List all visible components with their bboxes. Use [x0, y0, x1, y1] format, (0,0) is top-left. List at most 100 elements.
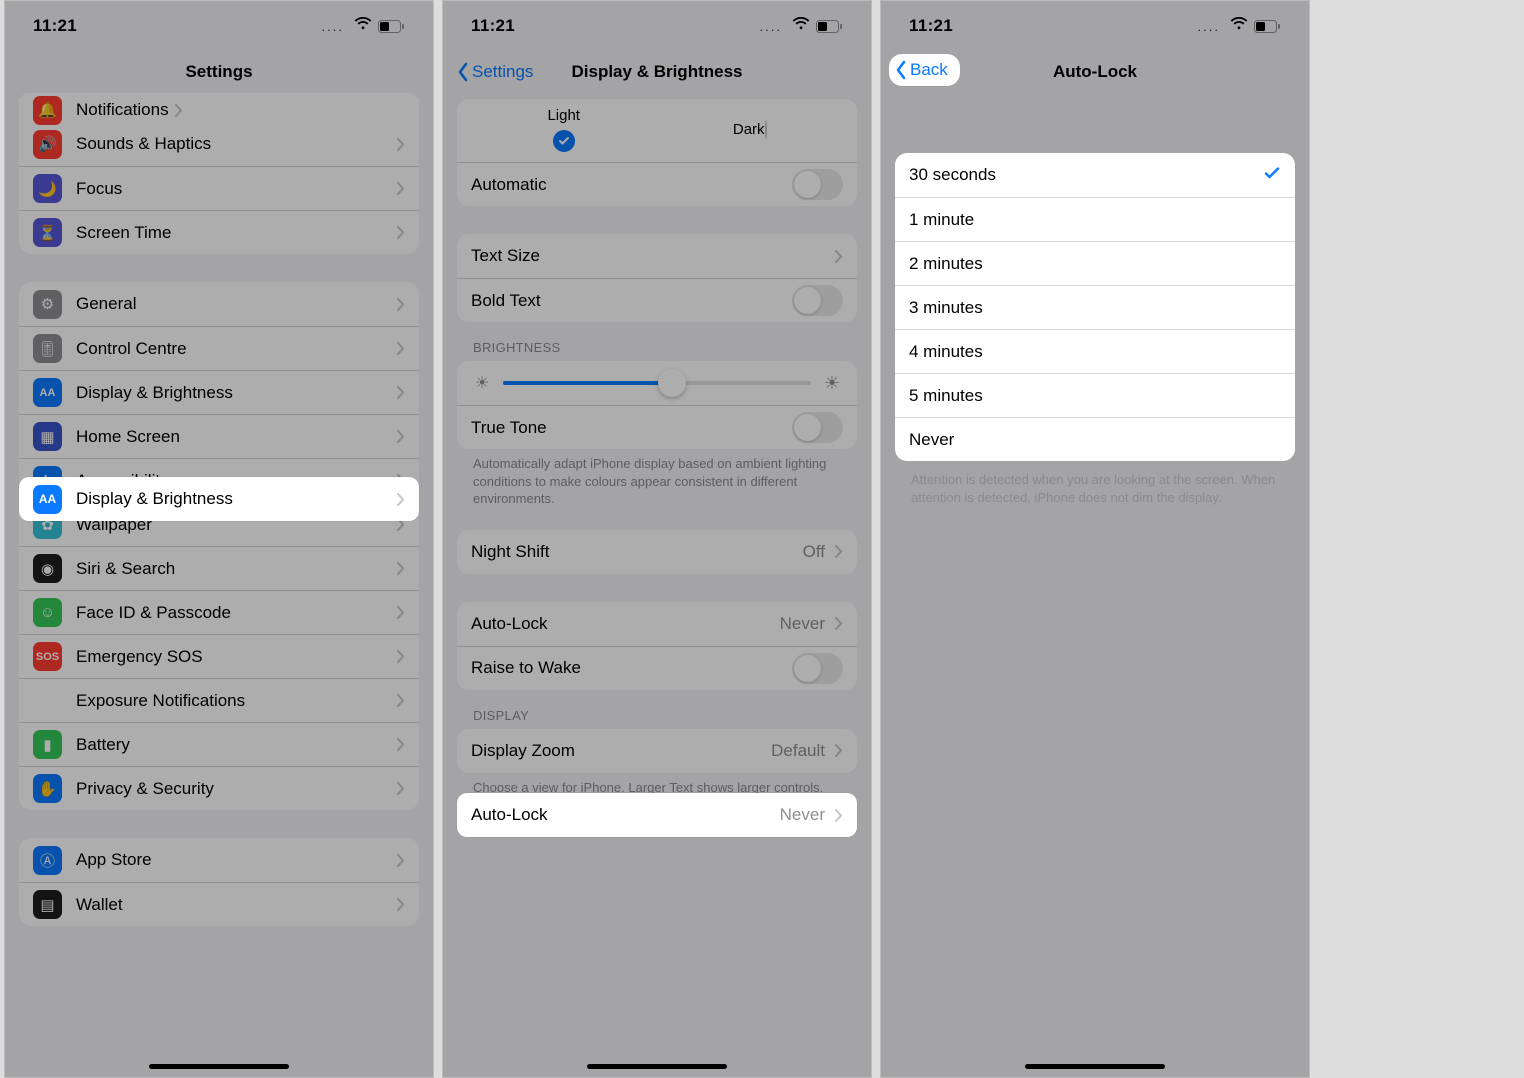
screen-settings: 11:21 .... Settings 🔔 Notifications 🔊 So… — [4, 0, 434, 1078]
brightness-slider[interactable]: ☀︎ ☀︎ — [457, 361, 857, 405]
grid-icon: ▦ — [33, 422, 62, 451]
night-shift-row[interactable]: Night Shift Off — [457, 530, 857, 574]
settings-row[interactable]: SOS Emergency SOS — [19, 634, 419, 678]
chevron-right-icon — [835, 809, 843, 822]
status-time: 11:21 — [33, 16, 77, 36]
row-label: Sounds & Haptics — [76, 134, 391, 154]
appearance-light[interactable]: Light — [547, 107, 580, 152]
row-label: Emergency SOS — [76, 647, 391, 667]
settings-row-display-brightness[interactable]: AA Display & Brightness — [19, 477, 419, 521]
gear-icon: ⚙︎ — [33, 290, 62, 319]
bold-text-row[interactable]: Bold Text — [457, 278, 857, 322]
settings-row-notifications[interactable]: 🔔 Notifications — [19, 98, 419, 122]
text-size-row[interactable]: Text Size — [457, 234, 857, 278]
row-label: Auto-Lock — [471, 614, 780, 634]
brightness-header: BRIGHTNESS — [443, 322, 871, 361]
row-label: Screen Time — [76, 223, 391, 243]
row-label: Display & Brightness — [76, 383, 391, 403]
settings-row[interactable]: ☺︎ Face ID & Passcode — [19, 590, 419, 634]
radio-selected-icon — [553, 130, 575, 152]
wifi-icon — [354, 17, 372, 35]
auto-lock-option[interactable]: 3 minutes — [895, 285, 1295, 329]
automatic-toggle[interactable] — [792, 169, 843, 200]
settings-row[interactable]: 🌙 Focus — [19, 166, 419, 210]
true-tone-row[interactable]: True Tone — [457, 405, 857, 449]
row-label: Wallet — [76, 895, 391, 915]
true-tone-footer: Automatically adapt iPhone display based… — [443, 449, 871, 508]
back-button-highlight[interactable]: Back — [889, 54, 960, 86]
nav-bar: Settings — [5, 51, 433, 93]
face-icon: ☺︎ — [33, 598, 62, 627]
display-zoom-row[interactable]: Display Zoom Default — [457, 729, 857, 773]
raise-to-wake-row[interactable]: Raise to Wake — [457, 646, 857, 690]
auto-lock-option[interactable]: 4 minutes — [895, 329, 1295, 373]
wifi-icon — [792, 17, 810, 35]
raise-to-wake-toggle[interactable] — [792, 653, 843, 684]
row-label: Focus — [76, 179, 391, 199]
settings-row[interactable]: ⦿ Exposure Notifications — [19, 678, 419, 722]
settings-row[interactable]: 🔊 Sounds & Haptics — [19, 122, 419, 166]
radio-empty-icon — [765, 120, 767, 139]
home-indicator[interactable] — [587, 1064, 727, 1069]
auto-lock-row[interactable]: Auto-Lock Never — [457, 602, 857, 646]
display-header: DISPLAY — [443, 690, 871, 729]
row-label: Automatic — [471, 175, 792, 195]
chevron-right-icon — [397, 650, 405, 663]
chevron-right-icon — [835, 617, 843, 630]
settings-row[interactable]: ▤ Wallet — [19, 882, 419, 926]
option-label: Never — [909, 430, 1281, 450]
battery-icon — [816, 20, 843, 33]
settings-row[interactable]: ✋ Privacy & Security — [19, 766, 419, 810]
settings-row[interactable]: ▮ Battery — [19, 722, 419, 766]
auto-lock-option[interactable]: 1 minute — [895, 197, 1295, 241]
battery-icon — [378, 20, 405, 33]
row-label: Battery — [76, 735, 391, 755]
settings-row[interactable]: 🎚 Control Centre — [19, 326, 419, 370]
settings-row[interactable]: AA Display & Brightness — [19, 370, 419, 414]
highlight-auto-lock: Auto-Lock Never — [457, 793, 857, 837]
auto-lock-option[interactable]: 30 seconds — [895, 153, 1295, 197]
home-indicator[interactable] — [1025, 1064, 1165, 1069]
sun-small-icon: ☀︎ — [471, 372, 493, 394]
settings-row[interactable]: ⚙︎ General — [19, 282, 419, 326]
settings-list-c: Ⓐ App Store ▤ Wallet — [19, 838, 419, 926]
row-label: Raise to Wake — [471, 658, 792, 678]
chevron-right-icon — [397, 430, 405, 443]
settings-list-a: 🔊 Sounds & Haptics 🌙 Focus ⏳ Screen Time — [19, 122, 419, 254]
nav-bar: Settings Display & Brightness — [443, 51, 871, 93]
auto-lock-options: 30 seconds 1 minute 2 minutes 3 minutes … — [895, 153, 1295, 461]
night-shift-group: Night Shift Off — [457, 530, 857, 574]
settings-row[interactable]: ◉ Siri & Search — [19, 546, 419, 590]
auto-lock-option[interactable]: Never — [895, 417, 1295, 461]
chevron-right-icon — [397, 138, 405, 151]
option-label: 2 minutes — [909, 254, 1281, 274]
chevron-right-icon — [397, 854, 405, 867]
status-time: 11:21 — [909, 16, 953, 36]
auto-lock-option[interactable]: 2 minutes — [895, 241, 1295, 285]
auto-lock-option[interactable]: 5 minutes — [895, 373, 1295, 417]
settings-row[interactable]: Ⓐ App Store — [19, 838, 419, 882]
sun-large-icon: ☀︎ — [821, 372, 843, 394]
appearance-light-label: Light — [547, 107, 580, 124]
automatic-row[interactable]: Automatic — [457, 162, 857, 206]
row-label: Exposure Notifications — [76, 691, 391, 711]
row-label: App Store — [76, 850, 391, 870]
row-value: Never — [780, 614, 829, 634]
wallet-icon: ▤ — [33, 890, 62, 919]
appearance-dark[interactable]: Dark — [733, 121, 767, 138]
chevron-right-icon — [175, 104, 183, 117]
moon-icon: 🌙 — [33, 174, 62, 203]
back-label: Back — [910, 60, 948, 80]
appearance-selector[interactable]: Light Dark — [457, 99, 857, 162]
settings-row[interactable]: ▦ Home Screen — [19, 414, 419, 458]
slider-track[interactable] — [503, 381, 811, 385]
row-label: True Tone — [471, 418, 792, 438]
bold-text-toggle[interactable] — [792, 285, 843, 316]
row-label: Night Shift — [471, 542, 803, 562]
true-tone-toggle[interactable] — [792, 412, 843, 443]
home-indicator[interactable] — [149, 1064, 289, 1069]
auto-lock-row-highlight[interactable]: Auto-Lock Never — [457, 793, 857, 837]
settings-row[interactable]: ⏳ Screen Time — [19, 210, 419, 254]
cellular-icon: .... — [1198, 19, 1224, 34]
back-button[interactable]: Settings — [457, 62, 533, 82]
